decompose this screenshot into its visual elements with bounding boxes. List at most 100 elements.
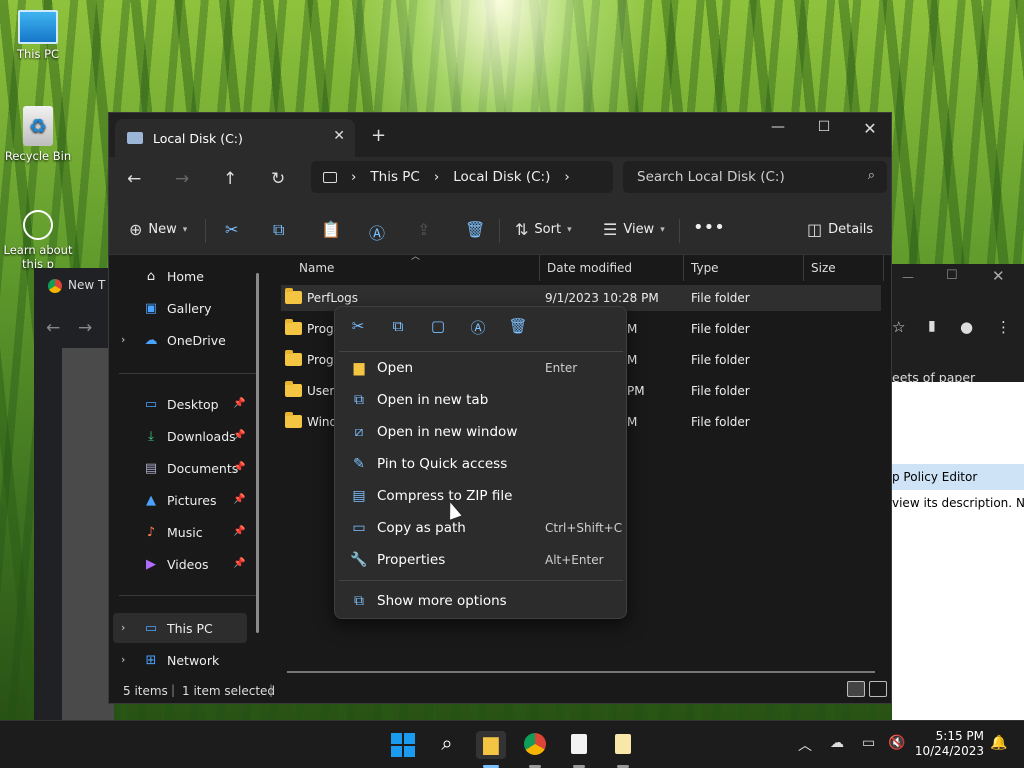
chrome-back-icon[interactable]: ← <box>46 318 60 338</box>
sidebar-item-pictures[interactable]: ▲ Pictures <box>143 487 217 513</box>
taskbar-notepad[interactable] <box>564 731 594 768</box>
more-options-icon[interactable]: ••• <box>693 217 725 238</box>
monitor-icon[interactable]: ▭ <box>862 735 875 751</box>
pin-icon[interactable]: 📌 <box>233 558 245 569</box>
onedrive-icon[interactable]: ☁ <box>830 735 844 751</box>
breadcrumb-this-pc[interactable]: This PC <box>370 169 419 185</box>
column-header-size[interactable]: Size <box>811 261 836 275</box>
rename-icon[interactable]: Ⓐ <box>466 317 490 338</box>
notification-bell-icon[interactable]: 🔔 <box>990 735 1007 751</box>
sidebar-item-downloads[interactable]: ⤓ Downloads <box>143 423 236 449</box>
pin-icon[interactable]: 📌 <box>233 526 245 537</box>
menu-item-show-more-options[interactable]: ⧉ Show more options <box>347 586 615 616</box>
background-right-window[interactable]: — ☐ ✕ ☆ ▮ ● ⋮ eets of paper p Policy Edi… <box>892 264 1024 720</box>
sidebar-item-gallery[interactable]: ▣ Gallery <box>143 295 212 321</box>
sidebar-item-this-pc[interactable]: ▭ This PC <box>143 615 213 641</box>
maximize-icon[interactable]: ☐ <box>946 268 958 283</box>
wrench-icon: 🔧 <box>350 552 368 568</box>
forward-icon[interactable]: → <box>175 169 189 189</box>
taskbar-search-button[interactable]: ⌕ <box>432 731 462 759</box>
address-bar[interactable]: › This PC › Local Disk (C:) › <box>311 161 613 193</box>
background-chrome-window[interactable]: New T ← → <box>34 268 114 720</box>
column-header-type[interactable]: Type <box>691 261 719 275</box>
tiles-view-icon[interactable] <box>869 681 887 697</box>
profile-icon[interactable]: ● <box>960 318 973 336</box>
menu-item-compress-zip[interactable]: ▤ Compress to ZIP file <box>347 481 615 511</box>
maximize-icon[interactable]: ☐ <box>801 119 847 135</box>
chevron-right-icon[interactable]: › <box>121 621 125 634</box>
scissors-icon[interactable]: ✂ <box>346 317 370 335</box>
taskbar-file-explorer[interactable]: ▆ <box>476 731 506 768</box>
pin-icon[interactable]: 📌 <box>233 398 245 409</box>
chevron-right-icon[interactable]: › <box>121 333 125 346</box>
copy-button[interactable]: ⧉ <box>273 220 284 240</box>
menu-item-copy-as-path[interactable]: ▭ Copy as path Ctrl+Shift+C <box>347 513 622 543</box>
up-icon[interactable]: ↑ <box>223 169 237 189</box>
sidebar-item-documents[interactable]: ▤ Documents <box>143 455 238 481</box>
sidebar-scrollbar[interactable] <box>256 273 259 633</box>
close-icon[interactable]: ✕ <box>992 267 1005 285</box>
sidebar-item-home[interactable]: ⌂ Home <box>143 263 204 289</box>
desktop-icon-learn-about-picture[interactable]: Learn about this p <box>0 210 76 271</box>
new-button[interactable]: ⊕ New ▾ <box>129 220 187 239</box>
menu-item-pin-quick-access[interactable]: ✎ Pin to Quick access <box>347 449 615 479</box>
menu-item-open-new-tab[interactable]: ⧉ Open in new tab <box>347 385 615 415</box>
trash-icon[interactable]: 🗑 <box>506 317 530 335</box>
paste-button[interactable]: 📋 <box>321 220 341 239</box>
minimize-icon[interactable]: — <box>902 270 914 284</box>
start-button[interactable] <box>388 731 418 759</box>
copy-icon[interactable]: ⧉ <box>386 317 410 335</box>
rename-button[interactable]: Ⓐ <box>369 220 385 244</box>
sort-button[interactable]: ⇅ Sort ▾ <box>515 220 572 239</box>
close-icon[interactable]: ✕ <box>847 119 893 138</box>
pin-icon: ✎ <box>353 456 365 472</box>
explorer-tab[interactable]: Local Disk (C:) ✕ <box>115 119 355 157</box>
menu-dots-icon[interactable]: ⋮ <box>996 318 1011 336</box>
clipboard-icon[interactable]: ▢ <box>426 317 450 335</box>
trash-icon: 🗑 <box>465 220 486 239</box>
sidebar-item-music[interactable]: ♪ Music <box>143 519 203 545</box>
search-input[interactable]: Search Local Disk (C:) ⌕ <box>623 161 887 193</box>
breadcrumb-local-disk[interactable]: Local Disk (C:) <box>453 169 550 185</box>
taskbar-chrome[interactable] <box>520 731 550 768</box>
folder-open-icon: ▆ <box>353 360 365 376</box>
delete-button[interactable]: 🗑 <box>465 220 485 239</box>
back-icon[interactable]: ← <box>127 169 141 189</box>
cut-button[interactable]: ✂ <box>225 220 238 239</box>
details-view-icon[interactable] <box>847 681 865 697</box>
details-button[interactable]: ◫ Details <box>807 220 873 239</box>
column-header-name[interactable]: Name <box>299 261 334 275</box>
sidebar-item-onedrive[interactable]: ☁ OneDrive <box>143 327 226 353</box>
horizontal-scrollbar[interactable] <box>287 671 875 673</box>
chevron-up-icon[interactable]: ︿ <box>798 735 812 755</box>
chevron-right-icon[interactable]: › <box>121 653 125 666</box>
sidebar-item-network[interactable]: ⊞ Network <box>143 647 220 673</box>
star-icon[interactable]: ☆ <box>892 318 905 336</box>
new-tab-icon[interactable]: + <box>371 125 386 146</box>
view-button[interactable]: ☰ View ▾ <box>603 220 665 239</box>
download-icon: ⤓ <box>148 428 154 444</box>
share-button[interactable]: ⇪ <box>417 220 430 239</box>
pin-icon[interactable]: 📌 <box>233 430 245 441</box>
menu-item-properties[interactable]: 🔧 Properties Alt+Enter <box>347 545 615 575</box>
desktop-icon-this-pc[interactable]: This PC <box>0 10 76 61</box>
menu-item-open-new-window[interactable]: ⧄ Open in new window <box>347 417 615 447</box>
pin-icon[interactable]: 📌 <box>233 494 245 505</box>
sidebar-item-videos[interactable]: ▶ Videos <box>143 551 209 577</box>
minimize-icon[interactable]: — <box>755 119 801 135</box>
desktop-icon-recycle-bin[interactable]: ♻ Recycle Bin <box>0 106 76 163</box>
chrome-forward-icon[interactable]: → <box>78 318 92 338</box>
system-clock[interactable]: 5:15 PM 10/24/2023 <box>914 729 984 759</box>
sidebar-toggle-icon[interactable]: ▮ <box>928 318 936 334</box>
volume-muted-icon[interactable]: 🔇 <box>888 735 905 751</box>
refresh-icon[interactable]: ↻ <box>271 169 285 189</box>
network-icon: ⊞ <box>145 652 157 668</box>
pin-icon[interactable]: 📌 <box>233 462 245 473</box>
menu-item-open[interactable]: ▆ Open Enter <box>347 353 615 383</box>
chevron-right-icon[interactable]: › <box>564 169 569 185</box>
title-bar[interactable]: Local Disk (C:) ✕ + — ☐ ✕ <box>109 113 891 157</box>
tab-close-icon[interactable]: ✕ <box>333 128 345 144</box>
sidebar-item-desktop[interactable]: ▭ Desktop <box>143 391 219 417</box>
taskbar-notes[interactable] <box>608 731 638 768</box>
column-header-date[interactable]: Date modified <box>547 261 632 275</box>
